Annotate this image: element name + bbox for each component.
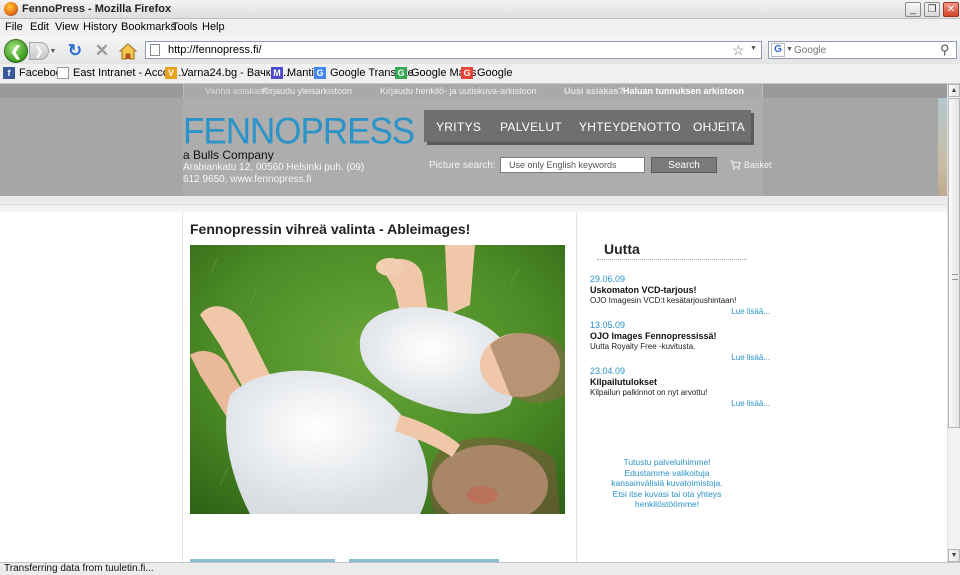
new-customer-label: Uusi asiakas? [564, 86, 625, 96]
scroll-up-icon[interactable]: ▲ [948, 84, 960, 97]
main-title: Fennopressin vihreä valinta - Ableimages… [190, 221, 471, 237]
news-date: 29.06.09 [590, 274, 626, 284]
contact-address: Arabiankatu 12, 00560 Helsinki puh. (09)… [183, 162, 365, 185]
news-item: 23.04.09 Kilpailutulokset Kilpailun palk… [590, 366, 770, 408]
general-archive-login-link[interactable]: Kirjaudu yleisarkistoon [262, 86, 352, 96]
search-bar[interactable]: G ▼ ⚲ [768, 41, 957, 59]
news-heading: Uutta [604, 241, 640, 257]
read-more-link[interactable]: Lue lisää... [590, 353, 770, 362]
status-bar: Transferring data from tuuletin.fi... [0, 562, 960, 575]
stop-icon: ✕ [94, 41, 110, 60]
site-tagline: a Bulls Company [183, 148, 274, 162]
menu-view[interactable]: View [55, 21, 79, 33]
news-date: 13.05.09 [590, 320, 626, 330]
home-icon [119, 42, 137, 59]
menu-history[interactable]: History [83, 21, 117, 33]
nav-yritys[interactable]: YRITYS [436, 120, 481, 134]
news-headline[interactable]: Kilpailutulokset [590, 377, 770, 387]
page-icon [150, 44, 160, 56]
reload-button[interactable]: ↻ [66, 41, 84, 60]
services-promo-text[interactable]: Tutustu palveluihimme! Edustamme valikoi… [607, 457, 727, 510]
basket-label: Basket [744, 159, 772, 170]
back-arrow-icon: ❮ [10, 42, 22, 59]
menu-help[interactable]: Help [202, 21, 225, 33]
picture-search-label: Picture search: [429, 160, 496, 171]
firefox-logo-icon [4, 2, 18, 16]
news-text: Kilpailun palkinnot on nyt arvottu! [590, 388, 708, 397]
google-icon[interactable]: G [771, 43, 785, 57]
photo-archive-login-link[interactable]: Kirjaudu henkilö- ja uutiskuva-arkistoon [380, 86, 537, 96]
feature-photo[interactable] [190, 245, 565, 514]
vertical-scrollbar[interactable]: ▲ ▼ [947, 84, 960, 562]
news-item: 13.05.09 OJO Images Fennopressissä! Uutt… [590, 320, 770, 362]
header-divider [0, 196, 947, 212]
main-navigation: YRITYS PALVELUT YHTEYDENOTTO OHJEITA [424, 110, 751, 142]
site-logo[interactable]: FENNOPRESS [183, 111, 415, 153]
reload-icon: ↻ [67, 41, 83, 60]
google-icon: G [395, 67, 407, 79]
request-account-link[interactable]: Haluan tunnuksen arkistoon [623, 86, 744, 96]
menu-bookmarks[interactable]: Bookmarks [121, 21, 176, 33]
read-more-link[interactable]: Lue lisää... [590, 399, 770, 408]
read-more-link[interactable]: Lue lisää... [590, 307, 770, 316]
picture-search-button[interactable]: Search [651, 157, 717, 173]
back-button[interactable]: ❮ [4, 39, 28, 63]
status-text: Transferring data from tuuletin.fi... [4, 563, 154, 574]
restore-button[interactable]: ❐ [924, 2, 940, 17]
forward-arrow-icon: ❯ [34, 45, 44, 58]
top-login-strip: Vanha asiakas? Kirjaudu yleisarkistoon K… [0, 84, 947, 98]
bookmarks-toolbar: f Facebook East Intranet - Accou... V Va… [0, 64, 960, 84]
facebook-icon: f [3, 67, 15, 79]
page-content: Vanha asiakas? Kirjaudu yleisarkistoon K… [0, 84, 947, 562]
menu-edit[interactable]: Edit [30, 21, 49, 33]
nav-palvelut[interactable]: PALVELUT [500, 120, 562, 134]
url-input[interactable] [168, 43, 728, 57]
nav-yhteydenotto[interactable]: YHTEYDENOTTO [579, 120, 681, 134]
bookmark-star-icon[interactable]: ☆ [732, 42, 745, 59]
menu-bar: File Edit View History Bookmarks Tools H… [0, 19, 960, 36]
forward-button[interactable]: ❯ [29, 42, 49, 60]
search-icon[interactable]: ⚲ [940, 42, 950, 58]
news-text: Uutta Royalty Free -kuvitusta. [590, 342, 696, 351]
scrollbar-thumb[interactable] [948, 98, 960, 428]
varna-icon: V [165, 67, 177, 79]
stop-button[interactable]: ✕ [93, 41, 111, 60]
news-headline[interactable]: Uskomaton VCD-tarjous! [590, 285, 770, 295]
minimize-button[interactable]: _ [905, 2, 921, 17]
scroll-down-icon[interactable]: ▼ [948, 549, 960, 562]
home-button[interactable] [119, 42, 137, 60]
browser-window: FennoPress - Mozilla Firefox _ ❐ ✕ File … [0, 0, 960, 575]
picture-search-input[interactable] [500, 157, 645, 173]
google-icon: G [314, 67, 326, 79]
page-icon [57, 67, 69, 79]
title-bar: FennoPress - Mozilla Firefox _ ❐ ✕ [0, 0, 960, 19]
url-dropdown-icon[interactable]: ▼ [750, 45, 757, 52]
bookmark-mantis[interactable]: M Mantis [271, 67, 319, 79]
old-customer-label: Vanha asiakas? [205, 86, 269, 96]
search-button-label: Search [668, 159, 700, 171]
bookmark-google[interactable]: G Google [461, 67, 512, 79]
news-item: 29.06.09 Uskomaton VCD-tarjous! OJO Imag… [590, 274, 770, 316]
menu-tools[interactable]: Tools [172, 21, 198, 33]
close-button[interactable]: ✕ [943, 2, 959, 17]
scrollbar-grip-icon [952, 274, 958, 280]
mantis-icon: M [271, 67, 283, 79]
news-headline[interactable]: OJO Images Fennopressissä! [590, 331, 770, 341]
basket-link[interactable]: Basket [729, 159, 772, 170]
address-bar[interactable]: ☆ ▼ [145, 41, 762, 59]
bookmark-label: Google [477, 67, 513, 79]
search-engine-dropdown-icon[interactable]: ▼ [786, 46, 793, 53]
basket-icon [730, 160, 741, 170]
search-input[interactable] [794, 43, 934, 57]
history-dropdown-icon[interactable]: ▼ [49, 46, 57, 56]
news-date: 23.04.09 [590, 366, 626, 376]
google-icon: G [461, 67, 473, 79]
window-title: FennoPress - Mozilla Firefox [22, 3, 172, 15]
news-text: OJO Imagesin VCD:t kesätarjoushintaan! [590, 296, 737, 305]
news-heading-divider [597, 259, 747, 260]
nav-ohjeita[interactable]: OHJEITA [693, 120, 745, 134]
feature-photo-image [190, 245, 565, 514]
header-photo-edge [938, 98, 947, 196]
menu-file[interactable]: File [5, 21, 23, 33]
